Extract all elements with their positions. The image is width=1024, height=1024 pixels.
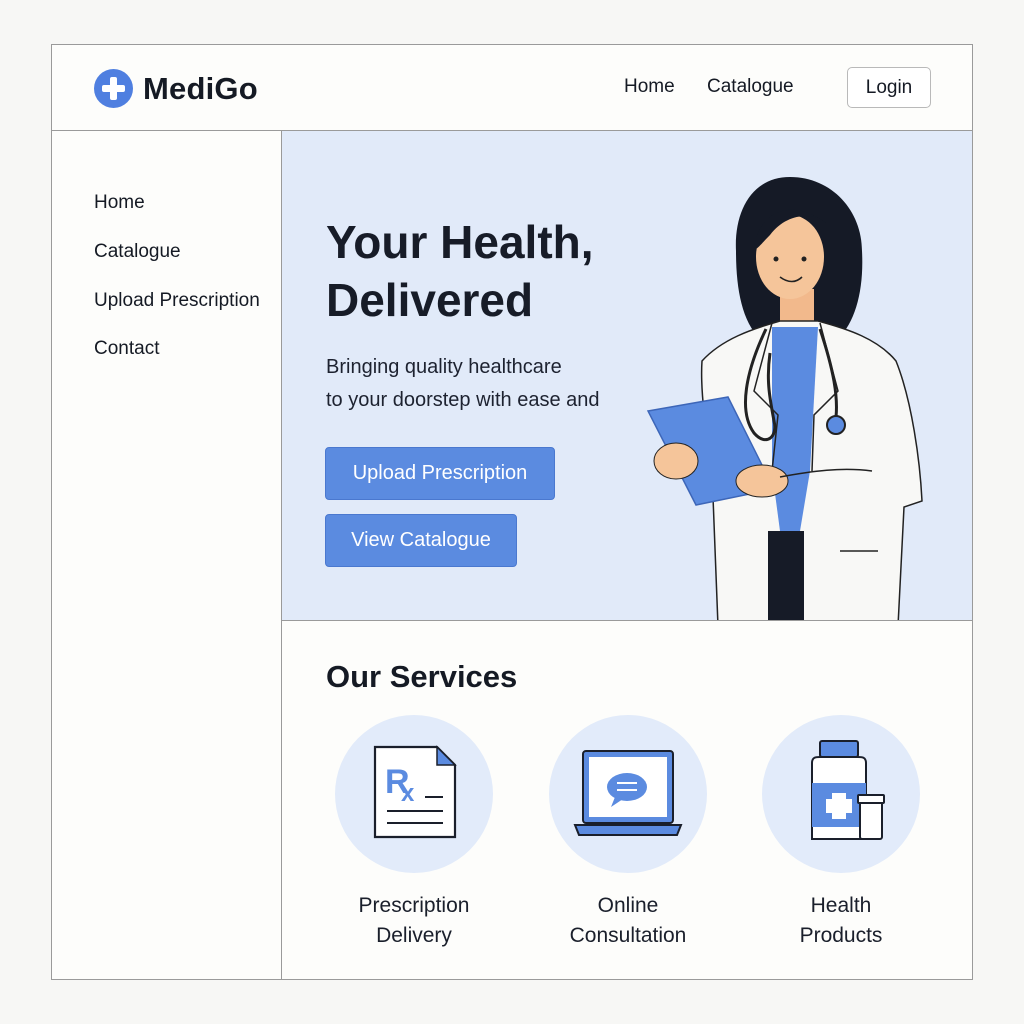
services-heading: Our Services [326,659,518,694]
sidebar-item-contact[interactable]: Contact [94,338,159,360]
service-label: Health Products [799,894,883,947]
laptop-chat-icon [549,715,707,873]
hero-title: Your Health, Delivered [326,216,594,326]
sidebar-item-catalogue[interactable]: Catalogue [94,241,181,263]
hero-subtitle: Bringing quality healthcare to your door… [326,356,600,411]
top-header: MediGo Home Catalogue Login [52,45,972,131]
topnav-catalogue-link[interactable]: Catalogue [707,76,794,98]
prescription-document-icon: R x [335,715,493,873]
brand-name: MediGo [143,70,258,106]
medicine-bottle-icon [762,715,920,873]
service-card-health-products[interactable]: Health Products [741,715,941,951]
sidebar-item-home[interactable]: Home [94,192,145,214]
service-card-prescription-delivery[interactable]: R x Prescription Delivery [314,715,514,951]
doctor-illustration [646,177,923,620]
hero-banner: Your Health, Delivered Bringing quality … [282,131,972,621]
plus-circle-icon [94,69,133,108]
brand-logo[interactable]: MediGo [94,69,258,108]
svg-text:x: x [401,780,415,807]
view-catalogue-button[interactable]: View Catalogue [325,514,517,567]
page-frame: MediGo Home Catalogue Login Home Catalog… [51,44,973,980]
upload-prescription-button[interactable]: Upload Prescription [325,447,555,500]
service-label: Online Consultation [569,894,687,947]
topnav-home-link[interactable]: Home [624,76,675,98]
sidebar: Home Catalogue Upload Prescription Conta… [52,131,282,979]
login-button[interactable]: Login [847,67,931,108]
service-card-online-consultation[interactable]: Online Consultation [528,715,728,951]
service-label: Prescription Delivery [358,894,470,947]
sidebar-item-upload-prescription[interactable]: Upload Prescription [94,290,260,312]
